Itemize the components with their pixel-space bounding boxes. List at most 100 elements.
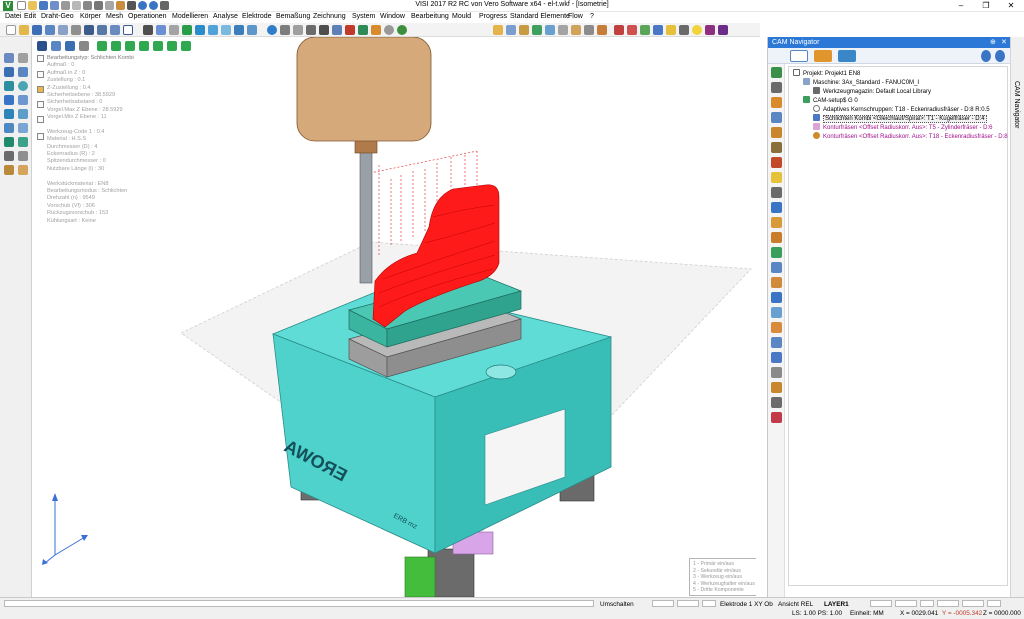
line-icon[interactable]: [4, 67, 14, 77]
simulate-icon[interactable]: [614, 25, 624, 35]
maximize-button[interactable]: ❐: [975, 0, 997, 12]
info-toggle-2-icon[interactable]: [37, 71, 44, 78]
menu-help[interactable]: ?: [590, 13, 594, 20]
cam-palette-15-icon[interactable]: [771, 277, 782, 288]
status-field-9[interactable]: [987, 600, 1001, 607]
point-icon[interactable]: [18, 53, 28, 63]
status-field-5[interactable]: [895, 600, 917, 607]
cam-palette-22-icon[interactable]: [771, 382, 782, 393]
status-input-1[interactable]: [4, 600, 594, 607]
menu-operationen[interactable]: Operationen: [128, 13, 167, 20]
toolpath-icon[interactable]: [627, 25, 637, 35]
menu-standard-elemente[interactable]: Standard Elemente: [510, 13, 570, 20]
wcs-icon[interactable]: [345, 25, 355, 35]
minimize-button[interactable]: –: [950, 0, 972, 12]
grid-icon[interactable]: [358, 25, 368, 35]
3d-viewport[interactable]: EROWA ERB mz Bearbeitungstyp: Schlichten…: [33, 37, 756, 597]
status-field-7[interactable]: [937, 600, 959, 607]
cam-palette-8-icon[interactable]: [771, 172, 782, 183]
info-toggle-6-icon[interactable]: [37, 133, 44, 140]
mirror-icon[interactable]: [4, 123, 14, 133]
save-icon[interactable]: [32, 25, 42, 35]
cam-palette-19-icon[interactable]: [771, 337, 782, 348]
cam-palette-6-icon[interactable]: [771, 142, 782, 153]
cam-op-3-icon[interactable]: [519, 25, 529, 35]
tree-node-machine[interactable]: Maschine: 3Ax_Standard - FANUC0M_I: [803, 78, 919, 87]
info-toggle-4-icon[interactable]: [37, 101, 44, 108]
screen-icon[interactable]: [84, 25, 94, 35]
cam-palette-1-icon[interactable]: [771, 67, 782, 78]
cam-palette-20-icon[interactable]: [771, 352, 782, 363]
menu-flow[interactable]: Flow: [568, 13, 583, 20]
cam-op-5-icon[interactable]: [545, 25, 555, 35]
move-icon[interactable]: [18, 123, 28, 133]
cam-palette-12-icon[interactable]: [771, 232, 782, 243]
cam-palette-5-icon[interactable]: [771, 127, 782, 138]
pin-icon[interactable]: ⊕: [990, 37, 996, 48]
check-icon[interactable]: [692, 25, 702, 35]
refresh-icon[interactable]: [267, 25, 277, 35]
status-view-ref[interactable]: Ansicht REL: [778, 601, 813, 608]
properties-icon[interactable]: [4, 165, 14, 175]
pan-icon[interactable]: [319, 25, 329, 35]
info-toggle-5-icon[interactable]: [37, 116, 44, 123]
menu-analyse[interactable]: Analyse: [213, 13, 238, 20]
tree-node-operation[interactable]: Adaptives Kernschruppen: T18 - Eckenradi…: [813, 105, 990, 114]
zoom-window-icon[interactable]: [293, 25, 303, 35]
cam-palette-17-icon[interactable]: [771, 307, 782, 318]
setup-sheet-icon[interactable]: [666, 25, 676, 35]
cam-palette-24-icon[interactable]: [771, 412, 782, 423]
menu-koerper[interactable]: Körper: [80, 13, 101, 20]
cam-palette-14-icon[interactable]: [771, 262, 782, 273]
cam-op-2-icon[interactable]: [506, 25, 516, 35]
cam-op-1-icon[interactable]: [493, 25, 503, 35]
layer-icon[interactable]: [384, 25, 394, 35]
print-icon[interactable]: [71, 25, 81, 35]
open-icon[interactable]: [19, 25, 29, 35]
cam-palette-9-icon[interactable]: [771, 187, 782, 198]
polyline-icon[interactable]: [18, 67, 28, 77]
shade-icon[interactable]: [143, 25, 153, 35]
circle-icon[interactable]: [18, 81, 28, 91]
menu-mesh[interactable]: Mesh: [106, 13, 123, 20]
hatch-icon[interactable]: [18, 151, 28, 161]
zoom-all-icon[interactable]: [306, 25, 316, 35]
snap-icon[interactable]: [371, 25, 381, 35]
cam-palette-7-icon[interactable]: [771, 157, 782, 168]
menu-modellieren[interactable]: Modellieren: [172, 13, 208, 20]
select-icon[interactable]: [4, 53, 14, 63]
menu-bearbeitung[interactable]: Bearbeitung: [411, 13, 449, 20]
zoom-icon[interactable]: [280, 25, 290, 35]
status-field-2[interactable]: [677, 600, 699, 607]
text-icon[interactable]: [4, 151, 14, 161]
trim-icon[interactable]: [4, 109, 14, 119]
tree-node-tool-magazine[interactable]: Werkzeugmagazin: Default Local Library: [813, 87, 931, 96]
menu-draht-geo[interactable]: Draht-Geo: [41, 13, 74, 20]
window-icon[interactable]: [97, 25, 107, 35]
cam-op-9-icon[interactable]: [597, 25, 607, 35]
menu-mould[interactable]: Mould: [452, 13, 471, 20]
close-button[interactable]: ✕: [1000, 0, 1022, 12]
arc-icon[interactable]: [4, 81, 14, 91]
tree-node-cam-setup[interactable]: CAM-setup$ G 0: [803, 96, 858, 105]
cam-palette-2-icon[interactable]: [771, 82, 782, 93]
view-top-icon[interactable]: [208, 25, 218, 35]
menu-window[interactable]: Window: [380, 13, 405, 20]
tab-project-icon[interactable]: [790, 50, 808, 62]
cam-palette-21-icon[interactable]: [771, 367, 782, 378]
postprocess-icon[interactable]: [653, 25, 663, 35]
import-icon[interactable]: [58, 25, 68, 35]
rotate-icon[interactable]: [332, 25, 342, 35]
info-toggle-1-icon[interactable]: [37, 55, 44, 62]
layout-icon[interactable]: [110, 25, 120, 35]
view-iso-icon[interactable]: [247, 25, 257, 35]
status-field-3[interactable]: [702, 600, 716, 607]
cam-palette-11-icon[interactable]: [771, 217, 782, 228]
cam-palette-18-icon[interactable]: [771, 322, 782, 333]
menu-zeichnung[interactable]: Zeichnung: [313, 13, 346, 20]
cam-palette-13-icon[interactable]: [771, 247, 782, 258]
view-cube-icon[interactable]: [195, 25, 205, 35]
cam-op-4-icon[interactable]: [532, 25, 542, 35]
tree-node-operation[interactable]: Konturfräsen <Offset Radiuskorr. Aus>: T…: [813, 123, 993, 132]
library-icon[interactable]: [705, 25, 715, 35]
